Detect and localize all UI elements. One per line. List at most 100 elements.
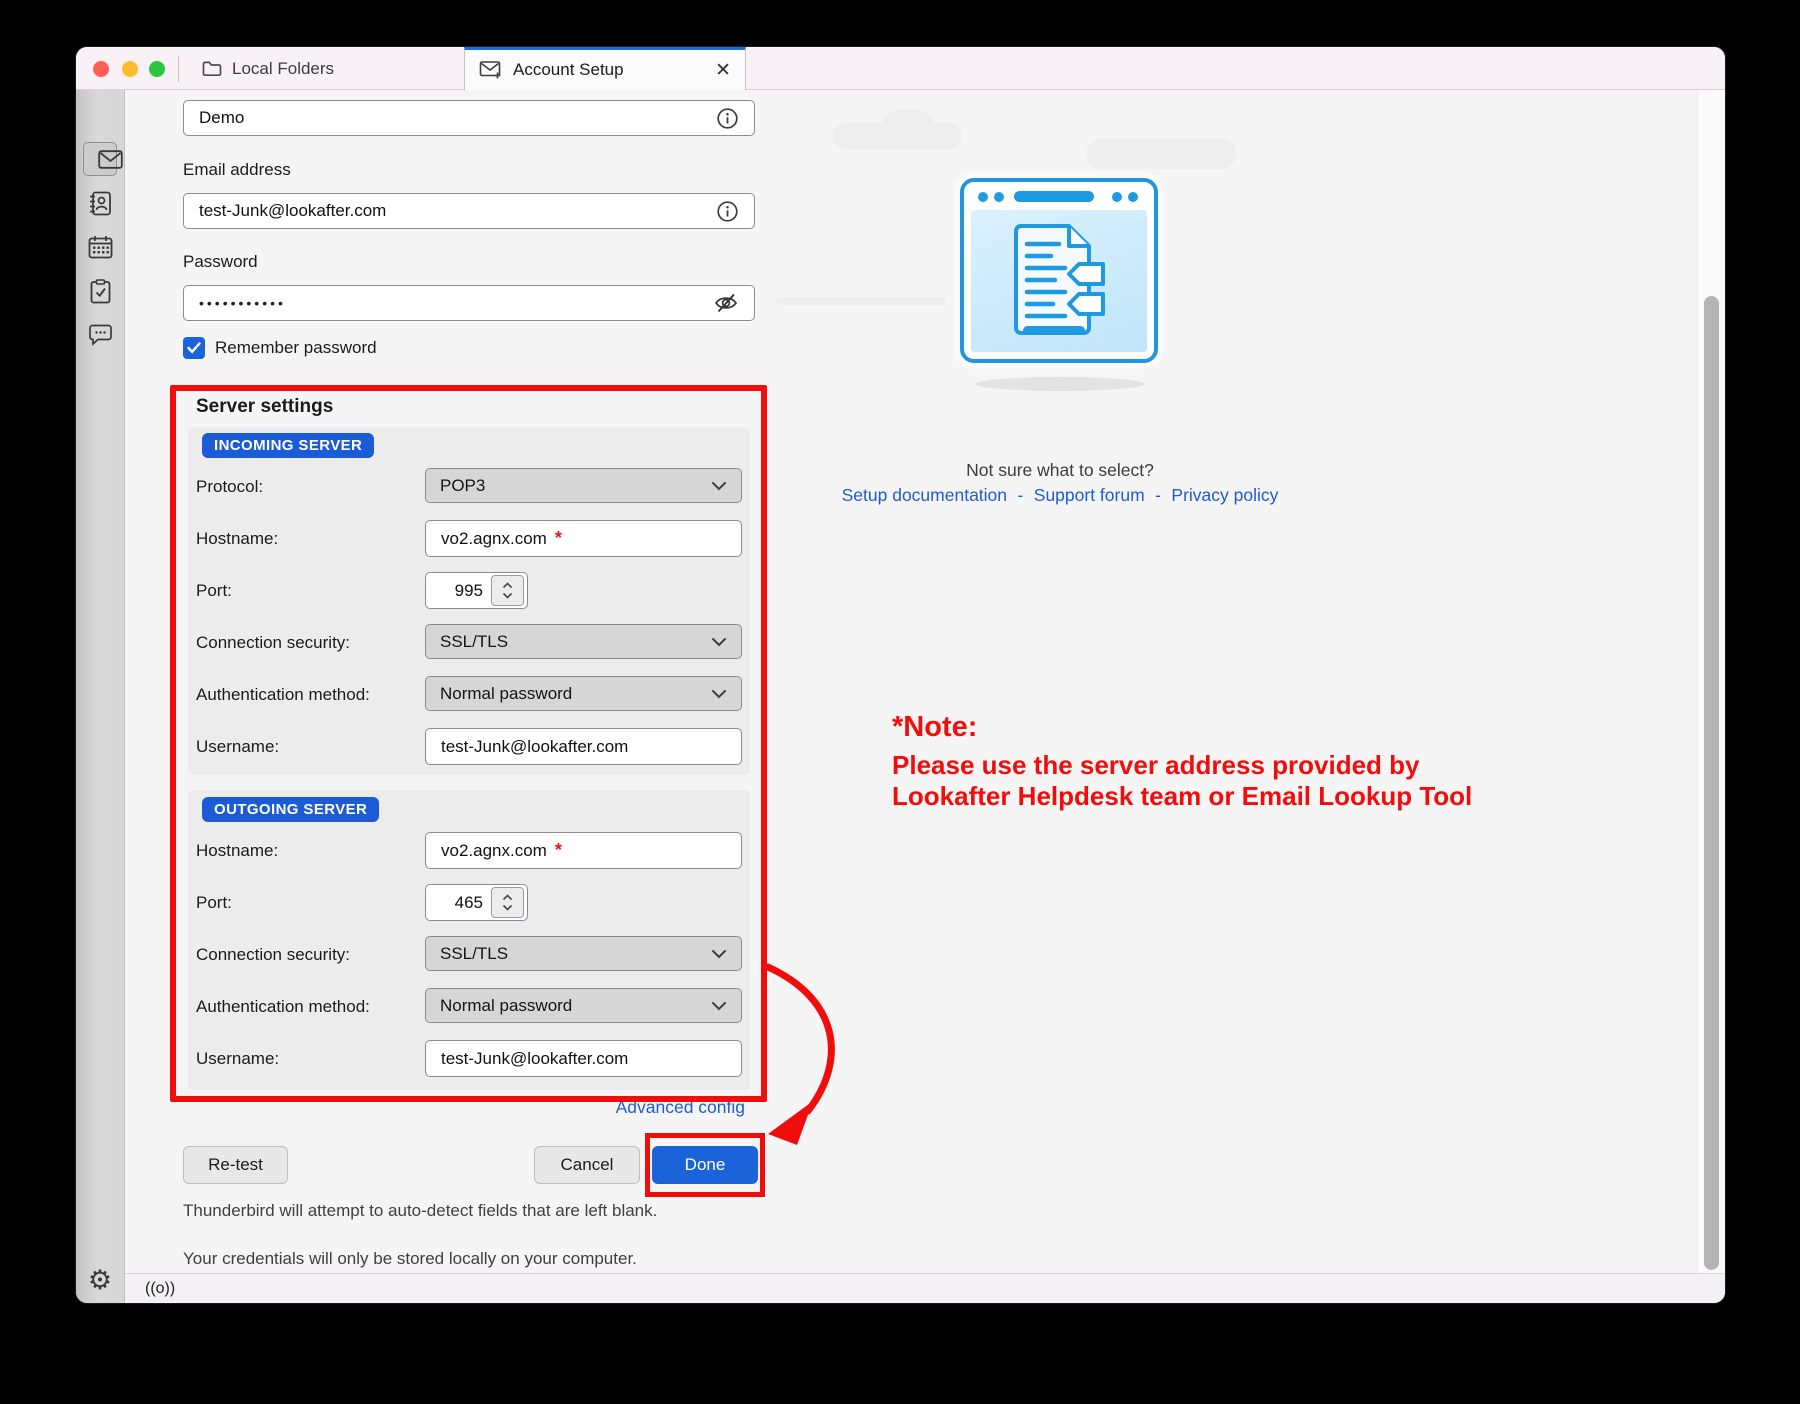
remember-password-row: Remember password: [183, 337, 377, 359]
sidebar-item-address-book[interactable]: [83, 186, 117, 220]
illustration-shadow: [975, 377, 1145, 391]
radio-status-icon: ((o)): [145, 1280, 175, 1298]
connection-security-label: Connection security:: [196, 633, 350, 653]
autodetect-note: Thunderbird will attempt to auto-detect …: [183, 1201, 657, 1221]
close-icon[interactable]: ✕: [715, 61, 731, 80]
auth-method-select[interactable]: Normal password: [425, 676, 742, 711]
connection-security-select[interactable]: SSL/TLS: [425, 624, 742, 659]
cloud-decoration: [882, 109, 934, 135]
outgoing-username-row: Username: test-Junk@lookafter.com: [196, 1040, 742, 1077]
remember-password-label: Remember password: [215, 338, 377, 358]
sidebar-item-settings[interactable]: ⚙: [83, 1263, 117, 1297]
sidebar-item-chat[interactable]: [83, 318, 117, 352]
annotation-note-line1: Please use the server address provided b…: [892, 750, 1419, 781]
spaces-sidebar: ⚙ ⇤: [76, 90, 125, 1303]
annotation-note-title: *Note:: [892, 711, 977, 744]
outgoing-server-badge: OUTGOING SERVER: [202, 797, 379, 822]
tab-account-setup[interactable]: Account Setup ✕: [464, 47, 746, 90]
outgoing-username-input[interactable]: test-Junk@lookafter.com: [425, 1040, 742, 1077]
document-icon: [1007, 220, 1111, 342]
outgoing-security-row: Connection security: SSL/TLS: [196, 936, 742, 973]
scrollbar-thumb[interactable]: [1704, 296, 1719, 1270]
auth-method-value: Normal password: [440, 684, 572, 704]
incoming-hostname-input[interactable]: vo2.agnx.com *: [425, 520, 742, 557]
privacy-policy-link[interactable]: Privacy policy: [1171, 485, 1278, 505]
connection-security-select[interactable]: SSL/TLS: [425, 936, 742, 971]
account-name-input[interactable]: Demo: [183, 100, 755, 136]
username-label: Username:: [196, 1049, 279, 1069]
outgoing-hostname-input[interactable]: vo2.agnx.com *: [425, 832, 742, 869]
number-stepper[interactable]: [491, 575, 524, 606]
link-separator: -: [1017, 485, 1023, 505]
connection-security-label: Connection security:: [196, 945, 350, 965]
incoming-port-input[interactable]: 995: [425, 572, 528, 609]
server-settings-heading: Server settings: [196, 396, 333, 418]
scrollbar: [1697, 90, 1725, 1273]
chevron-down-icon: [711, 637, 727, 647]
incoming-protocol-row: Protocol: POP3: [196, 468, 742, 505]
retest-button[interactable]: Re-test: [183, 1146, 288, 1184]
hostname-label: Hostname:: [196, 529, 278, 549]
cloud-decoration: [1086, 139, 1236, 169]
tab-local-folders[interactable]: Local Folders: [188, 47, 348, 90]
port-label: Port:: [196, 893, 232, 913]
incoming-security-row: Connection security: SSL/TLS: [196, 624, 742, 661]
tab-label: Account Setup: [513, 60, 715, 80]
protocol-select[interactable]: POP3: [425, 468, 742, 503]
credentials-note: Your credentials will only be stored loc…: [183, 1249, 637, 1269]
traffic-light-close[interactable]: [93, 61, 109, 77]
chevron-down-icon: [711, 689, 727, 699]
username-value: test-Junk@lookafter.com: [441, 737, 628, 757]
sidebar-item-tasks[interactable]: [83, 274, 117, 308]
username-value: test-Junk@lookafter.com: [441, 1049, 628, 1069]
auth-method-label: Authentication method:: [196, 997, 370, 1017]
password-input[interactable]: •••••••••••: [183, 285, 755, 321]
hostname-value: vo2.agnx.com: [441, 529, 547, 549]
browser-dot: [978, 192, 988, 202]
port-label: Port:: [196, 581, 232, 601]
required-asterisk: *: [555, 528, 562, 549]
auth-method-select[interactable]: Normal password: [425, 988, 742, 1023]
folder-icon: [202, 60, 222, 77]
remember-password-checkbox[interactable]: [183, 337, 205, 359]
browser-address-bar: [1014, 191, 1094, 202]
cancel-button[interactable]: Cancel: [534, 1146, 640, 1184]
cloud-decoration: [776, 297, 946, 305]
auth-method-label: Authentication method:: [196, 685, 370, 705]
protocol-label: Protocol:: [196, 477, 263, 497]
address-book-icon: [88, 191, 112, 216]
eye-slash-icon[interactable]: [713, 292, 739, 314]
info-icon[interactable]: [716, 107, 739, 130]
outgoing-port-input[interactable]: 465: [425, 884, 528, 921]
auth-method-value: Normal password: [440, 996, 572, 1016]
traffic-light-zoom[interactable]: [149, 61, 165, 77]
sidebar-item-mail[interactable]: [83, 142, 117, 176]
port-value: 465: [455, 893, 483, 913]
incoming-username-input[interactable]: test-Junk@lookafter.com: [425, 728, 742, 765]
hostname-value: vo2.agnx.com: [441, 841, 547, 861]
connection-security-value: SSL/TLS: [440, 944, 508, 964]
done-button[interactable]: Done: [652, 1146, 758, 1184]
help-question: Not sure what to select?: [810, 460, 1310, 481]
mail-icon: [98, 150, 123, 169]
link-separator: -: [1155, 485, 1161, 505]
chevron-down-icon: [711, 1001, 727, 1011]
info-icon[interactable]: [716, 200, 739, 223]
email-input[interactable]: test-Junk@lookafter.com: [183, 193, 755, 229]
browser-dot: [994, 192, 1004, 202]
mail-plus-icon: [479, 60, 503, 80]
incoming-username-row: Username: test-Junk@lookafter.com: [196, 728, 742, 765]
annotation-note-line2: Lookafter Helpdesk team or Email Lookup …: [892, 781, 1472, 812]
number-stepper[interactable]: [491, 887, 524, 918]
traffic-light-minimize[interactable]: [122, 61, 138, 77]
setup-documentation-link[interactable]: Setup documentation: [842, 485, 1007, 505]
gear-icon: ⚙: [88, 1265, 112, 1296]
hostname-label: Hostname:: [196, 841, 278, 861]
support-forum-link[interactable]: Support forum: [1034, 485, 1145, 505]
incoming-port-row: Port: 995: [196, 572, 742, 609]
email-label: Email address: [183, 160, 291, 180]
incoming-auth-row: Authentication method: Normal password: [196, 676, 742, 713]
sidebar-item-calendar[interactable]: [83, 230, 117, 264]
advanced-config-link[interactable]: Advanced config: [546, 1097, 745, 1118]
outgoing-auth-row: Authentication method: Normal password: [196, 988, 742, 1025]
